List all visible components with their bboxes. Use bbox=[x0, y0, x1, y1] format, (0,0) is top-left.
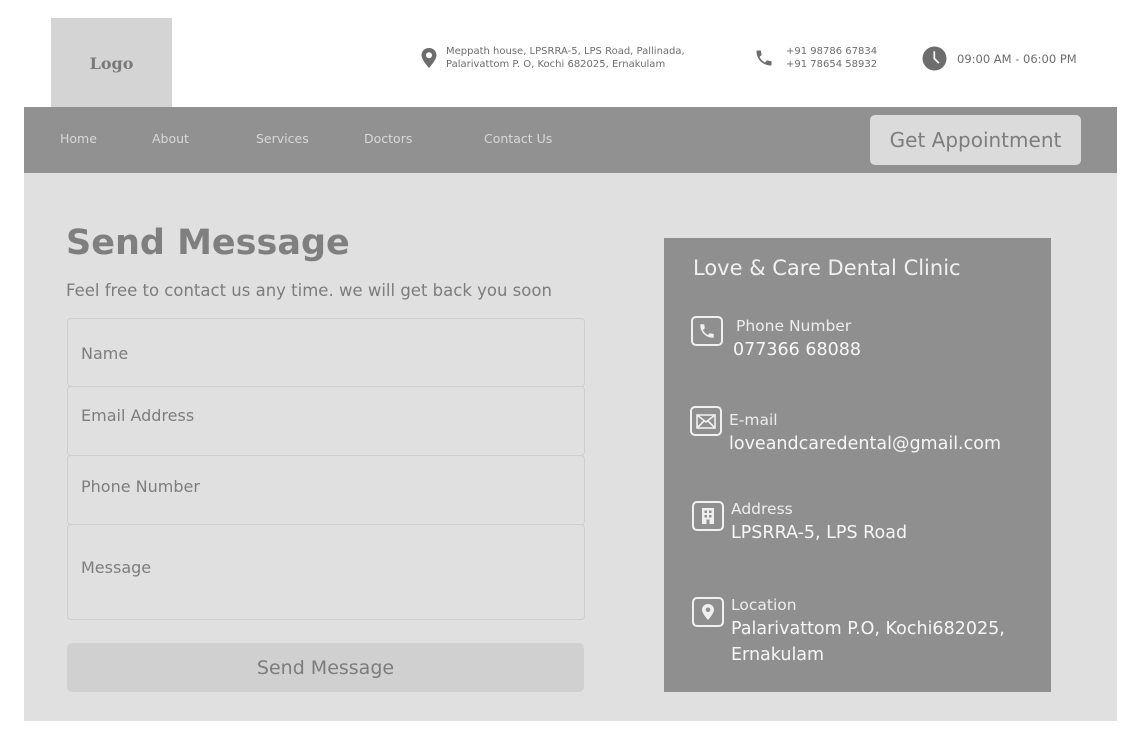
header-phone-2[interactable]: +91 78654 58932 bbox=[786, 58, 877, 71]
form-title: Send Message bbox=[66, 223, 350, 263]
nav-services[interactable]: Services bbox=[256, 131, 309, 146]
map-pin-icon bbox=[692, 597, 724, 627]
nav-home[interactable]: Home bbox=[60, 131, 97, 146]
clock-icon bbox=[922, 46, 947, 71]
header-hours: 09:00 AM - 06:00 PM bbox=[922, 46, 1077, 71]
email-label: E-mail bbox=[729, 411, 778, 429]
map-pin-icon bbox=[421, 48, 437, 68]
nav-about[interactable]: About bbox=[152, 131, 189, 146]
get-appointment-button[interactable]: Get Appointment bbox=[870, 115, 1081, 165]
phone-label: Phone Number bbox=[736, 317, 852, 335]
address-line-1: Meppath house, LPSRRA-5, LPS Road, Palli… bbox=[446, 46, 685, 57]
address-line-2: Palarivattom P. O, Kochi 682025, Ernakul… bbox=[446, 59, 666, 70]
phone-field[interactable]: Phone Number bbox=[67, 455, 585, 525]
email-field[interactable]: Email Address bbox=[67, 386, 585, 456]
address-value: LPSRRA-5, LPS Road bbox=[731, 523, 908, 543]
main-navbar: Home About Services Doctors Contact Us G… bbox=[24, 107, 1117, 173]
location-line-2: Ernakulam bbox=[731, 645, 825, 665]
building-icon bbox=[692, 501, 724, 531]
form-subtitle: Feel free to contact us any time. we wil… bbox=[66, 281, 552, 300]
nav-contact-us[interactable]: Contact Us bbox=[484, 131, 552, 146]
phone-placeholder: Phone Number bbox=[81, 477, 200, 496]
nav-doctors[interactable]: Doctors bbox=[364, 131, 412, 146]
name-placeholder: Name bbox=[81, 344, 129, 363]
logo[interactable]: Logo bbox=[51, 18, 172, 108]
header-phones: +91 98786 67834 +91 78654 58932 bbox=[754, 45, 877, 71]
header-phone-1[interactable]: +91 98786 67834 bbox=[786, 45, 877, 58]
mail-icon bbox=[690, 406, 722, 436]
location-line-1: Palarivattom P.O, Kochi682025, bbox=[731, 619, 1005, 639]
phone-icon bbox=[756, 50, 772, 66]
header-address: Meppath house, LPSRRA-5, LPS Road, Palli… bbox=[420, 45, 685, 71]
message-field[interactable]: Message bbox=[67, 524, 585, 620]
send-message-button[interactable]: Send Message bbox=[67, 643, 584, 692]
phone-icon bbox=[691, 316, 723, 346]
phone-value[interactable]: 077366 68088 bbox=[733, 338, 861, 363]
name-field[interactable]: Name bbox=[67, 318, 585, 387]
contact-section: Send Message Feel free to contact us any… bbox=[24, 173, 1117, 721]
email-value[interactable]: loveandcaredental@gmail.com bbox=[729, 432, 1001, 457]
hours-text: 09:00 AM - 06:00 PM bbox=[957, 51, 1077, 66]
location-label: Location bbox=[731, 596, 797, 614]
message-placeholder: Message bbox=[81, 558, 152, 577]
contact-info-card: Love & Care Dental Clinic Phone Number 0… bbox=[664, 238, 1051, 692]
clinic-name: Love & Care Dental Clinic bbox=[693, 256, 961, 280]
address-label: Address bbox=[731, 500, 793, 518]
email-placeholder: Email Address bbox=[81, 406, 195, 425]
